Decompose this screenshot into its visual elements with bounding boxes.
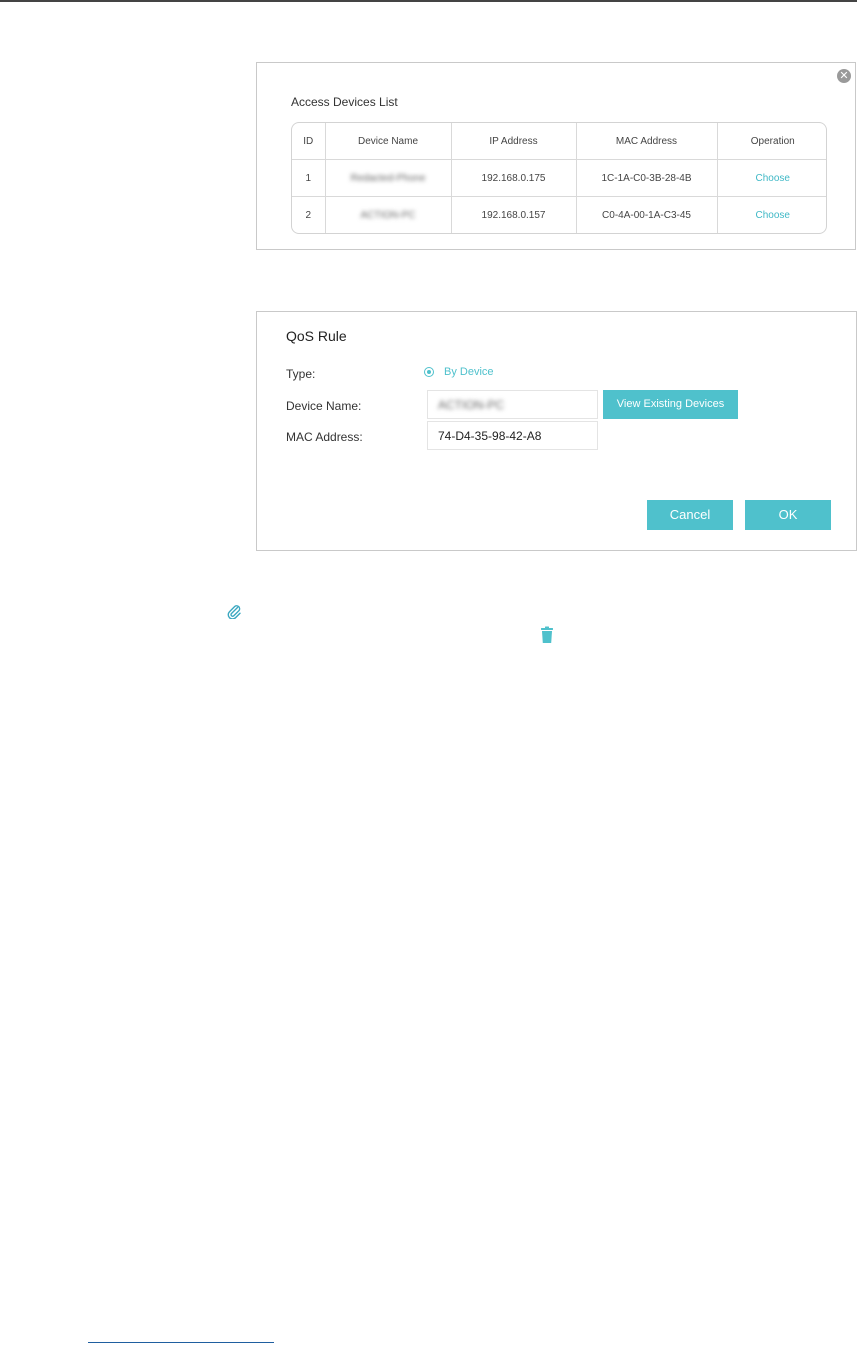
column-header-device-name: Device Name	[325, 123, 452, 160]
row-device-name: Redacted-Phone	[325, 159, 452, 197]
device-name-value: ACTION-PC	[438, 398, 504, 412]
row-mac-address: C0-4A-00-1A-C3-45	[576, 196, 718, 233]
by-device-radio[interactable]	[424, 367, 434, 377]
ok-button[interactable]: OK	[745, 500, 831, 530]
column-header-operation: Operation	[717, 123, 826, 160]
row-id: 2	[292, 196, 326, 233]
mac-address-field[interactable]: 74-D4-35-98-42-A8	[427, 421, 598, 450]
type-label: Type:	[286, 367, 316, 381]
access-devices-list-title: Access Devices List	[291, 95, 398, 109]
device-name-text: Redacted-Phone	[350, 172, 426, 184]
paperclip-icon	[227, 605, 241, 619]
device-name-label: Device Name:	[286, 399, 362, 413]
table-row: 2 ACTION-PC 192.168.0.157 C0-4A-00-1A-C3…	[292, 196, 826, 233]
row-ip-address: 192.168.0.157	[451, 196, 577, 233]
access-devices-table: ID Device Name IP Address MAC Address Op…	[291, 122, 827, 234]
mac-address-label: MAC Address:	[286, 430, 363, 444]
access-devices-list-panel: ✕ Access Devices List ID Device Name IP …	[256, 62, 856, 250]
device-name-field[interactable]: ACTION-PC	[427, 390, 598, 419]
trash-icon[interactable]	[540, 626, 554, 644]
by-device-radio-label[interactable]: By Device	[444, 366, 494, 378]
column-header-ip-address: IP Address	[451, 123, 577, 160]
row-operation: Choose	[717, 196, 826, 233]
view-existing-devices-button[interactable]: View Existing Devices	[603, 390, 738, 419]
cancel-button[interactable]: Cancel	[647, 500, 733, 530]
row-operation: Choose	[717, 160, 826, 197]
choose-link[interactable]: Choose	[756, 210, 790, 221]
row-id: 1	[292, 159, 326, 197]
qos-rule-panel: QoS Rule Type: By Device Device Name: AC…	[256, 311, 857, 551]
row-ip-address: 192.168.0.175	[451, 159, 577, 197]
top-rule	[0, 0, 857, 2]
row-mac-address: 1C-1A-C0-3B-28-4B	[576, 159, 718, 197]
column-header-id: ID	[292, 123, 326, 160]
table-header-row: ID Device Name IP Address MAC Address Op…	[292, 123, 826, 160]
table-row: 1 Redacted-Phone 192.168.0.175 1C-1A-C0-…	[292, 159, 826, 197]
device-name-text: ACTION-PC	[360, 209, 416, 221]
close-icon[interactable]: ✕	[837, 69, 851, 83]
choose-link[interactable]: Choose	[756, 173, 790, 184]
qos-rule-title: QoS Rule	[286, 328, 347, 344]
row-device-name: ACTION-PC	[325, 196, 452, 233]
column-header-mac-address: MAC Address	[576, 123, 718, 160]
footer-link-underline	[88, 1342, 274, 1343]
